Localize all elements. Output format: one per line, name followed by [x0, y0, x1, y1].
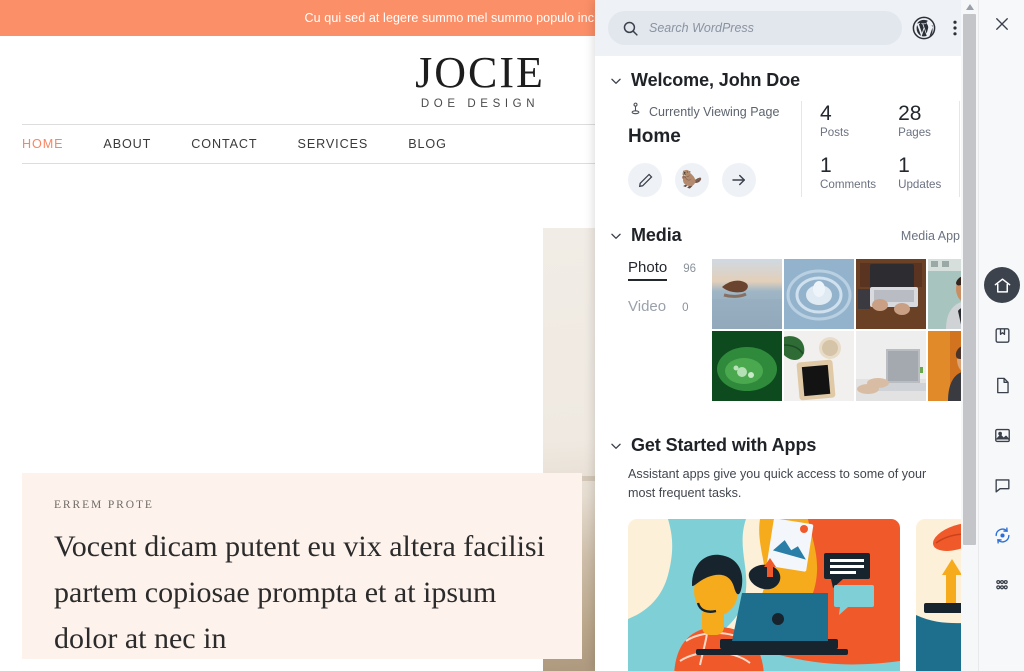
section-apps-title: Get Started with Apps [631, 435, 817, 455]
thumb-green-leaf-dew[interactable] [712, 331, 782, 401]
rail-item-comments[interactable] [979, 460, 1024, 510]
vertical-scrollbar[interactable] [961, 0, 978, 671]
stat-posts[interactable]: 4 Posts [820, 103, 876, 146]
wordpress-logo-icon[interactable] [912, 16, 936, 40]
stat-comments-label: Comments [820, 177, 877, 191]
nav-item-services[interactable]: SERVICES [298, 137, 369, 151]
media-tab-photo-label: Photo [628, 259, 668, 281]
thumb-water-droplet[interactable] [784, 259, 854, 329]
rail-item-apps[interactable] [979, 560, 1024, 610]
search-icon [622, 20, 639, 37]
nav-item-contact[interactable]: CONTACT [191, 137, 257, 151]
panel-scroll-area: Welcome, John Doe Currently Viewing Page… [595, 56, 978, 671]
section-welcome: Welcome, John Doe Currently Viewing Page… [595, 56, 978, 197]
document-icon [984, 367, 1020, 403]
thumb-laptop-overhead[interactable] [856, 259, 926, 329]
stat-updates-value: 1 [898, 153, 910, 177]
assistant-panel: Welcome, John Doe Cu [595, 0, 978, 671]
hero-headline: Vocent dicam putent eu vix altera facili… [54, 530, 545, 655]
chevron-down-icon[interactable] [608, 73, 624, 89]
media-thumbnail-grid [712, 259, 978, 401]
rail-item-content[interactable] [979, 360, 1024, 410]
close-panel-button[interactable] [979, 8, 1024, 40]
rail-item-home[interactable] [979, 260, 1024, 310]
assistant-icon-rail [978, 0, 1024, 671]
search-input[interactable] [649, 21, 888, 35]
nav-item-about[interactable]: ABOUT [103, 137, 151, 151]
section-welcome-title: Welcome, John Doe [631, 70, 801, 90]
bookmark-icon [984, 317, 1020, 353]
stat-pages-label: Pages [898, 126, 931, 139]
stat-pages[interactable]: 28 Pages [898, 103, 945, 146]
section-media-title: Media [631, 225, 682, 245]
media-tab-video[interactable]: Video 0 [628, 298, 696, 315]
chevron-down-icon[interactable] [608, 438, 624, 454]
hero-text-card: ERREM PROTE Vocent dicam putent eu vix a… [22, 473, 582, 659]
media-tab-photo-count: 96 [683, 263, 696, 275]
media-app-link[interactable]: Media App [901, 229, 960, 243]
rail-item-saved[interactable] [979, 310, 1024, 360]
section-apps: Get Started with Apps Assistant apps giv… [595, 401, 978, 671]
section-media: Media Media App Photo 96 Video 0 [595, 197, 978, 401]
panel-header [595, 0, 978, 56]
thumb-tablet-flatlay[interactable] [784, 331, 854, 401]
nav-item-blog[interactable]: BLOG [408, 137, 447, 151]
chevron-down-icon[interactable] [608, 228, 624, 244]
app-card-illustration-person-laptop[interactable] [628, 519, 900, 671]
scrollbar-thumb[interactable] [963, 14, 976, 545]
media-tab-video-label: Video [628, 298, 667, 315]
currently-viewing-label: Currently Viewing Page [649, 104, 780, 119]
apps-description: Assistant apps give you quick access to … [628, 467, 927, 500]
stat-comments-value: 1 [820, 153, 832, 177]
nav-item-home[interactable]: HOME [22, 137, 63, 151]
rail-item-updates[interactable] [979, 510, 1024, 560]
pin-icon [628, 101, 643, 122]
home-icon [984, 267, 1020, 303]
screen: Cu qui sed at legere summo mel summo pop… [0, 0, 1024, 671]
updates-icon [984, 517, 1020, 553]
thumb-hand-over-water[interactable] [712, 259, 782, 329]
image-icon [984, 417, 1020, 453]
beaver-icon[interactable]: 🦫 [675, 163, 709, 197]
media-tab-video-count: 0 [682, 302, 689, 314]
scroll-up-arrow-icon[interactable] [961, 0, 978, 13]
currently-viewing-page-title: Home [628, 126, 681, 147]
hero-eyebrow: ERREM PROTE [54, 499, 154, 511]
grid-apps-icon [984, 567, 1020, 603]
comment-icon [984, 467, 1020, 503]
stat-pages-value: 28 [898, 102, 922, 125]
stat-comments[interactable]: 1 Comments [820, 153, 877, 198]
media-type-tabs: Photo 96 Video 0 [628, 259, 696, 401]
stat-updates-label: Updates [898, 177, 942, 191]
pencil-icon[interactable] [628, 163, 662, 197]
stat-posts-value: 4 [820, 102, 832, 125]
rail-item-media[interactable] [979, 410, 1024, 460]
stat-updates[interactable]: 1 Updates [898, 153, 945, 198]
arrow-right-icon[interactable] [722, 163, 756, 197]
apps-card-carousel [608, 503, 978, 671]
stat-posts-label: Posts [820, 126, 850, 139]
search-input-wrapper[interactable] [608, 11, 902, 45]
welcome-stats: 4 Posts 28 Pages 1 Comments 1 Updates [801, 101, 960, 197]
thumb-laptop-white-desk[interactable] [856, 331, 926, 401]
media-tab-photo[interactable]: Photo 96 [628, 259, 696, 281]
